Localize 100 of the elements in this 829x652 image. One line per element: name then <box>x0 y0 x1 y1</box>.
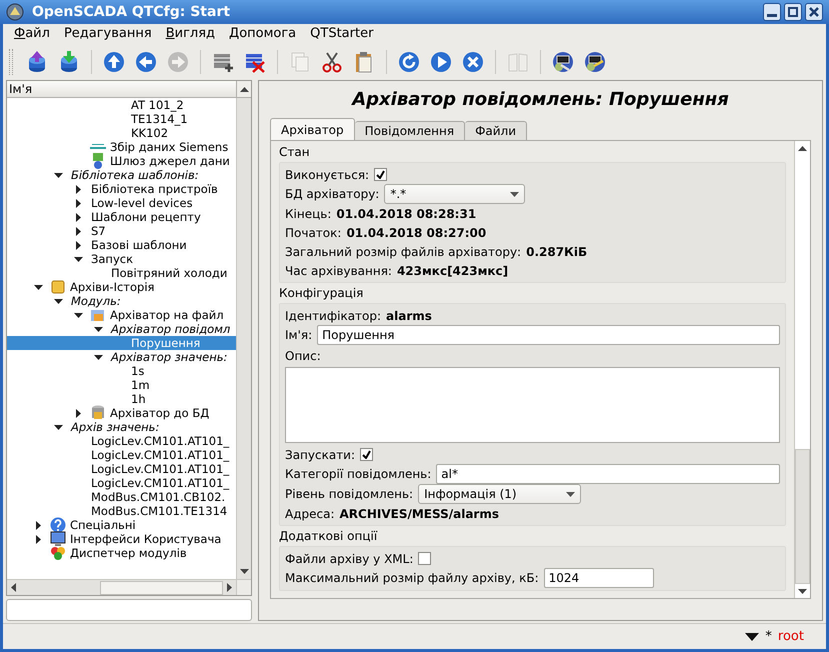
tree-item[interactable]: Модуль: <box>70 294 122 308</box>
menu-item[interactable]: Редагування <box>56 25 159 43</box>
collapsed-arrow-icon[interactable] <box>34 534 43 544</box>
minimize-button[interactable] <box>763 3 781 21</box>
tree-item[interactable]: Спеціальні <box>69 518 137 532</box>
tree-item[interactable]: Архіви-Історія <box>69 280 156 294</box>
tree-item[interactable]: ModBus.CM101.CB102. <box>90 490 226 504</box>
tab[interactable]: Файли <box>465 121 528 140</box>
tree-item[interactable]: Архіватор до БД <box>109 406 210 420</box>
expanded-arrow-icon[interactable] <box>74 254 83 264</box>
collapsed-arrow-icon[interactable] <box>74 240 83 250</box>
collapsed-arrow-icon[interactable] <box>74 226 83 236</box>
tab[interactable]: Архіватор <box>270 118 355 140</box>
tree-item[interactable]: Архіватор на файл <box>109 308 225 322</box>
tree-item[interactable]: AT 101_2 <box>130 98 185 112</box>
play-icon <box>429 50 453 74</box>
tree-item[interactable]: Повітряний холоди <box>110 266 228 280</box>
bars-icon <box>90 144 106 150</box>
collapsed-arrow-icon[interactable] <box>74 198 83 208</box>
collapsed-arrow-icon[interactable] <box>74 212 83 222</box>
field-label: Максимальний розмір файлу архіву, кБ: <box>285 570 539 587</box>
close-button[interactable] <box>805 3 823 21</box>
field-label: Запускати: <box>285 446 356 464</box>
scissors-icon <box>320 50 344 74</box>
field-label: Опис: <box>285 348 322 365</box>
expanded-arrow-icon[interactable] <box>54 422 63 432</box>
refresh-icon <box>397 50 421 74</box>
tree-item[interactable]: LogicLev.CM101.AT101_ <box>90 476 230 490</box>
tree-item[interactable]: LogicLev.CM101.AT101_ <box>90 462 230 476</box>
field-value: 423мкс[423мкс] <box>396 262 508 280</box>
expanded-arrow-icon[interactable] <box>54 296 63 306</box>
tree-item[interactable]: Low-level devices <box>90 196 194 210</box>
field-label: Кінець: <box>285 206 332 222</box>
expanded-arrow-icon[interactable] <box>34 282 43 292</box>
menu-item[interactable]: QTStarter <box>303 25 380 43</box>
dropdown[interactable]: *.* <box>384 184 526 204</box>
help-icon <box>50 517 66 533</box>
scrollbar-thumb[interactable] <box>100 580 223 594</box>
scroll-up-button[interactable] <box>236 81 251 98</box>
menu-item[interactable]: Файл <box>7 25 57 43</box>
field-value: ARCHIVES/MESS/alarms <box>340 506 499 522</box>
checkbox[interactable] <box>374 168 388 181</box>
maximize-icon <box>788 7 798 17</box>
vertical-scrollbar[interactable] <box>236 98 251 579</box>
tree-item[interactable]: S7 <box>90 224 107 238</box>
tree-item[interactable]: Архіватор повідомл <box>110 322 232 336</box>
status-mode: * <box>765 628 772 646</box>
tree-item[interactable]: Диспетчер модулів <box>69 546 188 560</box>
checkbox[interactable] <box>418 552 432 565</box>
field-label: Рівень повідомлень: <box>285 486 414 503</box>
right-arrow-icon <box>227 583 232 592</box>
user-name[interactable]: root <box>778 626 804 646</box>
tree-item[interactable]: ModBus.CM101.TE1314 <box>90 504 228 518</box>
scrollbar-thumb[interactable] <box>795 449 810 584</box>
tree-item[interactable]: 1h <box>130 392 147 406</box>
tree-item[interactable]: Бібліотека шаблонів: <box>70 168 200 182</box>
field-value: 0.287КіБ <box>526 244 588 260</box>
tree-item[interactable]: KK102 <box>130 126 170 140</box>
tree-item[interactable]: Шлюз джерел дани <box>109 154 231 168</box>
tree-item[interactable]: 1m <box>130 378 151 392</box>
column-header[interactable]: Ім'я <box>7 81 236 98</box>
tree-item[interactable]: Архів значень: <box>70 420 160 434</box>
tree-item[interactable]: Бібліотека пристроїв <box>90 182 219 196</box>
input-field[interactable]: al* <box>436 464 780 484</box>
horizontal-scrollbar[interactable] <box>7 580 236 595</box>
section-title: Додаткові опції <box>279 529 378 544</box>
menu-item[interactable]: Допомога <box>222 25 304 43</box>
field-label: Ім'я: <box>285 327 312 344</box>
section-title: Конфігурація <box>279 286 364 301</box>
dropdown-triangle-icon[interactable] <box>745 632 760 640</box>
field-label: Виконується: <box>285 166 370 184</box>
field-label: Файли архіву у XML: <box>285 550 414 568</box>
collapsed-arrow-icon[interactable] <box>74 408 83 418</box>
checkbox[interactable] <box>360 448 374 461</box>
expanded-arrow-icon[interactable] <box>54 170 63 180</box>
input-field[interactable] <box>6 599 252 621</box>
tab[interactable]: Повідомлення <box>354 121 466 140</box>
menu-item[interactable]: Вигляд <box>158 25 222 43</box>
tree-item[interactable]: 1s <box>130 364 146 378</box>
tree-item[interactable]: Запуск <box>90 252 134 266</box>
expanded-arrow-icon[interactable] <box>94 324 103 334</box>
tree-item[interactable]: Збір даних Siemens <box>109 140 230 154</box>
maximize-button[interactable] <box>784 3 802 21</box>
tree-item[interactable]: LogicLev.CM101.AT101_ <box>90 448 230 462</box>
tree-item[interactable]: Базові шаблони <box>90 238 188 252</box>
input-field[interactable]: Порушення <box>317 325 780 345</box>
tree-item[interactable]: Інтерфейси Користувача <box>69 532 222 546</box>
field-value: 01.04.2018 08:28:31 <box>336 206 476 222</box>
tree-item[interactable]: LogicLev.CM101.AT101_ <box>90 434 230 448</box>
collapsed-arrow-icon[interactable] <box>34 520 43 530</box>
tree-item[interactable]: Шаблони рецепту <box>90 210 202 224</box>
tree-item[interactable]: Архіватор значень: <box>110 350 228 364</box>
dropdown[interactable]: Інформація (1) <box>418 484 582 504</box>
expanded-arrow-icon[interactable] <box>74 310 83 320</box>
tree-item[interactable]: TE1314_1 <box>130 112 189 126</box>
field-label: Адреса: <box>285 506 334 522</box>
field-label: Категорії повідомлень: <box>285 466 432 483</box>
expanded-arrow-icon[interactable] <box>94 352 103 362</box>
input-field[interactable]: 1024 <box>544 568 654 588</box>
collapsed-arrow-icon[interactable] <box>74 184 83 194</box>
